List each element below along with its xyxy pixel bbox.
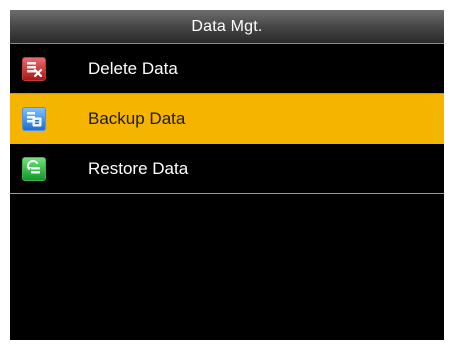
data-mgt-menu: Delete Data Backup Data Restore Data: [10, 44, 444, 194]
device-screen: Data Mgt. Delete Data Backup Data Restor…: [10, 10, 444, 340]
menu-item-restore-data[interactable]: Restore Data: [10, 144, 444, 194]
menu-item-delete-data[interactable]: Delete Data: [10, 44, 444, 94]
title-bar: Data Mgt.: [10, 10, 444, 44]
delete-data-icon: [22, 57, 46, 81]
backup-data-icon: [22, 107, 46, 131]
menu-item-label: Backup Data: [88, 108, 186, 128]
menu-item-backup-data[interactable]: Backup Data: [10, 94, 444, 144]
menu-item-label: Delete Data: [88, 58, 178, 78]
page-title: Data Mgt.: [191, 17, 263, 35]
restore-data-icon: [22, 157, 46, 181]
menu-item-label: Restore Data: [88, 158, 189, 178]
